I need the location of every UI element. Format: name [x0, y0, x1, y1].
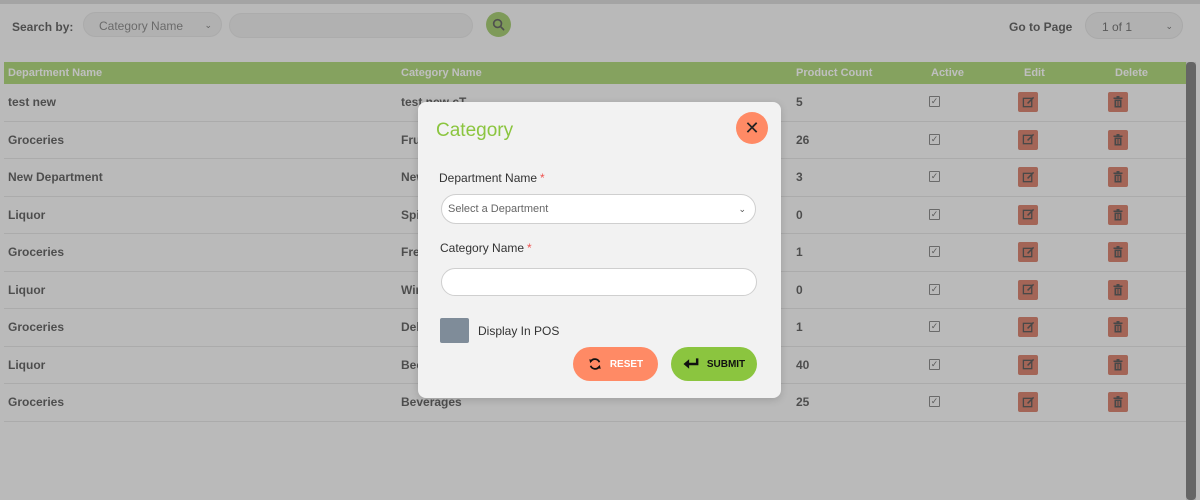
- close-button[interactable]: ✕: [736, 112, 768, 144]
- category-modal: Category ✕ Department Name * Select a Dep…: [418, 102, 781, 398]
- department-name-label-text: Department Name: [439, 171, 538, 185]
- required-mark: *: [540, 171, 545, 185]
- submit-label: SUBMIT: [706, 358, 746, 370]
- enter-icon: [683, 358, 699, 369]
- refresh-icon: [589, 358, 601, 370]
- display-in-pos-checkbox[interactable]: [440, 318, 469, 343]
- category-name-label-text: Category Name: [440, 241, 525, 255]
- department-name-label: Department Name *: [439, 171, 545, 185]
- category-name-label: Category Name *: [440, 241, 532, 255]
- category-name-input[interactable]: [441, 268, 757, 296]
- submit-button[interactable]: SUBMIT: [671, 347, 757, 381]
- required-mark: *: [527, 241, 532, 255]
- reset-label: RESET: [609, 358, 644, 370]
- display-in-pos-label: Display In POS: [478, 324, 560, 338]
- reset-button[interactable]: RESET: [573, 347, 658, 381]
- close-icon: ✕: [744, 117, 760, 138]
- department-select[interactable]: Select a Department ⌄: [441, 194, 756, 224]
- modal-title: Category: [436, 120, 514, 141]
- department-select-placeholder: Select a Department: [448, 203, 549, 215]
- chevron-down-icon: ⌄: [738, 204, 746, 214]
